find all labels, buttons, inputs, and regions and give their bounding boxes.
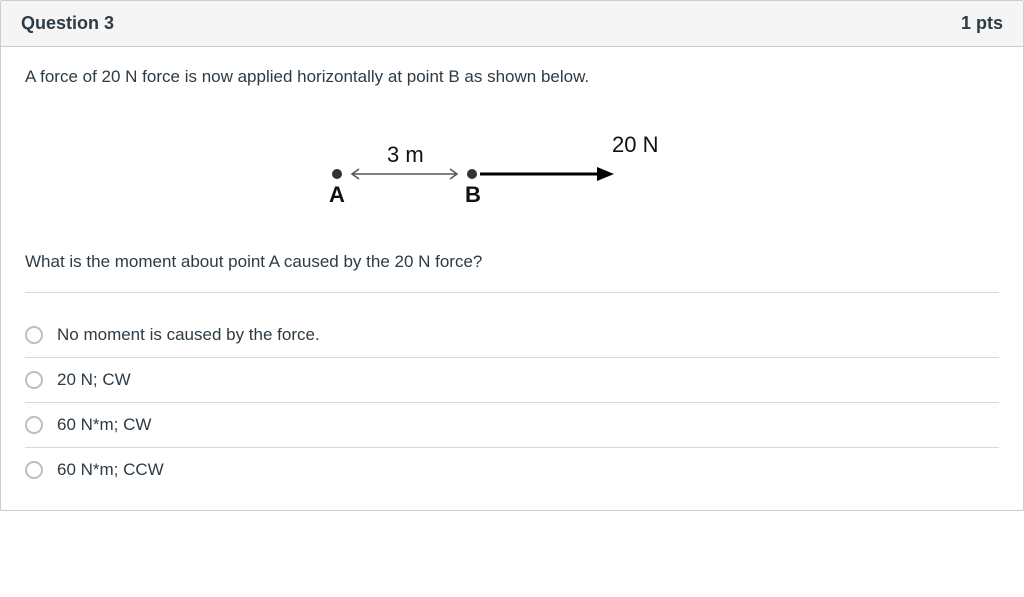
option-row[interactable]: 60 N*m; CCW [25,448,999,492]
question-container: Question 3 1 pts A force of 20 N force i… [0,0,1024,511]
option-label: 60 N*m; CW [57,415,151,435]
question-text: What is the moment about point A caused … [25,252,999,293]
question-title: Question 3 [21,13,114,34]
radio-icon[interactable] [25,326,43,344]
question-body: A force of 20 N force is now applied hor… [1,47,1023,510]
force-diagram: 3 m A B 20 N [25,122,999,232]
point-a-dot [332,169,342,179]
point-b-label: B [465,182,481,207]
options-list: No moment is caused by the force. 20 N; … [25,313,999,492]
force-arrow-head [597,167,614,181]
option-row[interactable]: 60 N*m; CW [25,403,999,448]
point-b-dot [467,169,477,179]
question-intro: A force of 20 N force is now applied hor… [25,67,999,87]
radio-icon[interactable] [25,461,43,479]
diagram-svg: 3 m A B 20 N [302,122,722,217]
question-header: Question 3 1 pts [1,1,1023,47]
option-label: No moment is caused by the force. [57,325,320,345]
option-label: 60 N*m; CCW [57,460,164,480]
distance-label: 3 m [387,142,424,167]
option-row[interactable]: No moment is caused by the force. [25,313,999,358]
force-label: 20 N [612,132,658,157]
option-label: 20 N; CW [57,370,131,390]
question-points: 1 pts [961,13,1003,34]
radio-icon[interactable] [25,416,43,434]
radio-icon[interactable] [25,371,43,389]
option-row[interactable]: 20 N; CW [25,358,999,403]
point-a-label: A [329,182,345,207]
